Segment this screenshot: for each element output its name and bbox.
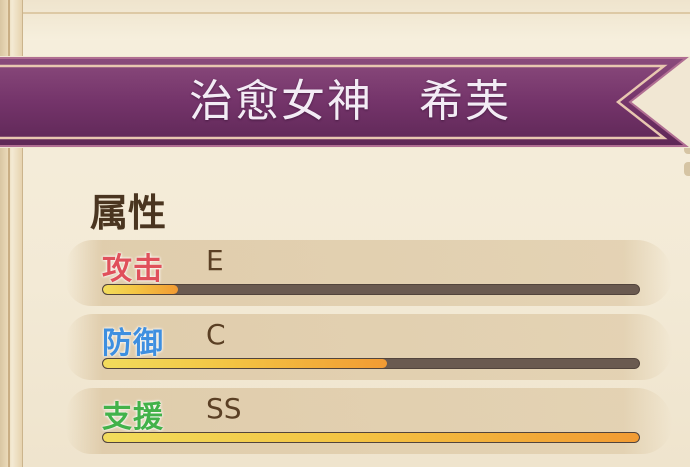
panel-top-edge	[22, 0, 690, 40]
stat-grade-attack: E	[206, 244, 224, 277]
stat-label-defense: 防御	[102, 326, 164, 361]
panel-top-rule	[22, 12, 690, 14]
stat-bar-fill-attack	[103, 285, 179, 294]
stat-grade-support: SS	[206, 392, 242, 425]
character-name: 治愈女神 希芙	[189, 76, 511, 127]
notch	[684, 162, 690, 176]
stat-grade-defense: C	[206, 318, 226, 351]
stat-label-attack: 攻击	[102, 252, 164, 287]
stat-row-defense: 防御 C	[66, 314, 672, 384]
stat-bar-support	[102, 432, 640, 443]
stat-row-attack: 攻击 E	[66, 240, 672, 310]
stat-bar-defense	[102, 358, 640, 369]
character-name-banner: 治愈女神 希芙	[0, 52, 690, 152]
character-info-panel: 治愈女神 希芙 属性 攻击 E 防御 C 支援 SS	[0, 0, 690, 467]
stat-bar-fill-support	[103, 433, 639, 442]
stat-label-support: 支援	[102, 400, 164, 435]
attributes-heading: 属性	[90, 191, 167, 235]
stat-row-support: 支援 SS	[66, 388, 672, 458]
stat-bar-fill-defense	[103, 359, 388, 368]
stat-bar-attack	[102, 284, 640, 295]
